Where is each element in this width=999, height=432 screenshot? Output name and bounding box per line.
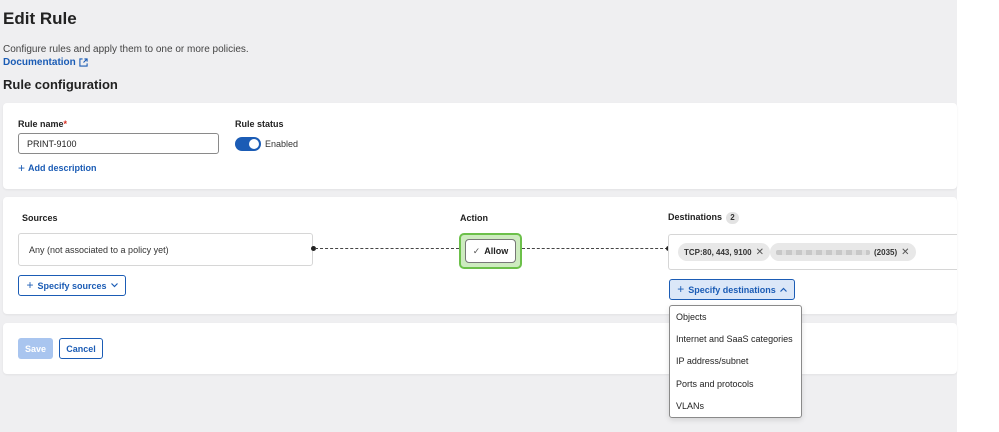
destinations-menu: Objects Internet and SaaS categories IP …	[669, 305, 802, 418]
sources-field[interactable]: Any (not associated to a policy yet)	[18, 233, 313, 266]
specify-sources-label: Specify sources	[37, 280, 107, 291]
action-highlight: ✓ Allow	[459, 233, 522, 269]
action-label: Action	[460, 213, 488, 223]
redacted-text	[776, 249, 870, 255]
chevron-down-icon	[110, 283, 118, 288]
save-button[interactable]: Save	[18, 338, 53, 359]
menu-item-vlans[interactable]: VLANs	[676, 401, 704, 411]
plus-icon: +	[18, 160, 26, 175]
menu-item-objects[interactable]: Objects	[676, 312, 707, 322]
destination-chip: TCP:80, 443, 9100 ✕	[678, 243, 770, 261]
rule-name-label: Rule name*	[18, 119, 67, 129]
right-panel-edge	[957, 0, 999, 432]
sources-value: Any (not associated to a policy yet)	[29, 245, 169, 255]
add-description-button[interactable]: + Add description	[18, 160, 97, 175]
destinations-field[interactable]: TCP:80, 443, 9100 ✕ (2035) ✕	[668, 234, 957, 270]
cancel-button[interactable]: Cancel	[59, 338, 103, 359]
menu-item-ports-protocols[interactable]: Ports and protocols	[676, 379, 754, 389]
toggle-knob	[249, 139, 259, 149]
section-title: Rule configuration	[3, 77, 118, 92]
connector-line-left	[315, 248, 459, 249]
chevron-up-icon	[779, 287, 787, 292]
menu-item-ip-address[interactable]: IP address/subnet	[676, 356, 748, 366]
rule-flow-card: Sources Any (not associated to a policy …	[3, 197, 957, 314]
check-icon: ✓	[472, 245, 481, 256]
destinations-label-text: Destinations	[668, 212, 723, 222]
documentation-link-label: Documentation	[3, 57, 76, 68]
page-description: Configure rules and apply them to one or…	[3, 44, 249, 55]
destination-chip-label: TCP:80, 443, 9100	[684, 247, 752, 257]
rule-status-label: Rule status	[235, 119, 284, 129]
required-mark: *	[63, 119, 68, 129]
rule-name-label-text: Rule name	[18, 119, 64, 129]
form-actions-card: Save Cancel	[3, 323, 957, 374]
destination-chip-label: (2035)	[874, 247, 898, 257]
specify-destinations-label: Specify destinations	[688, 284, 776, 295]
destinations-label: Destinations 2	[668, 212, 740, 224]
page-title: Edit Rule	[3, 9, 77, 28]
rule-name-input[interactable]	[18, 133, 219, 154]
documentation-link[interactable]: Documentation	[3, 57, 88, 68]
connector-line-right	[522, 248, 668, 249]
close-icon[interactable]: ✕	[756, 247, 764, 258]
rule-status-toggle[interactable]	[235, 137, 261, 151]
sources-label: Sources	[22, 213, 58, 223]
add-description-label: Add description	[28, 163, 97, 173]
plus-icon: +	[26, 278, 34, 292]
rule-details-card: Rule name* Rule status Enabled + Add des…	[3, 103, 957, 189]
menu-item-internet-saas[interactable]: Internet and SaaS categories	[676, 334, 793, 344]
specify-destinations-button[interactable]: + Specify destinations	[669, 279, 795, 300]
plus-icon: +	[677, 282, 685, 296]
external-link-icon	[79, 58, 88, 67]
specify-sources-button[interactable]: + Specify sources	[18, 275, 126, 296]
destinations-count-badge: 2	[726, 212, 740, 224]
action-allow-button[interactable]: ✓ Allow	[465, 239, 516, 263]
destination-chip: (2035) ✕	[770, 243, 916, 261]
rule-status-value: Enabled	[265, 139, 299, 149]
close-icon[interactable]: ✕	[901, 247, 909, 258]
action-value: Allow	[484, 246, 509, 256]
